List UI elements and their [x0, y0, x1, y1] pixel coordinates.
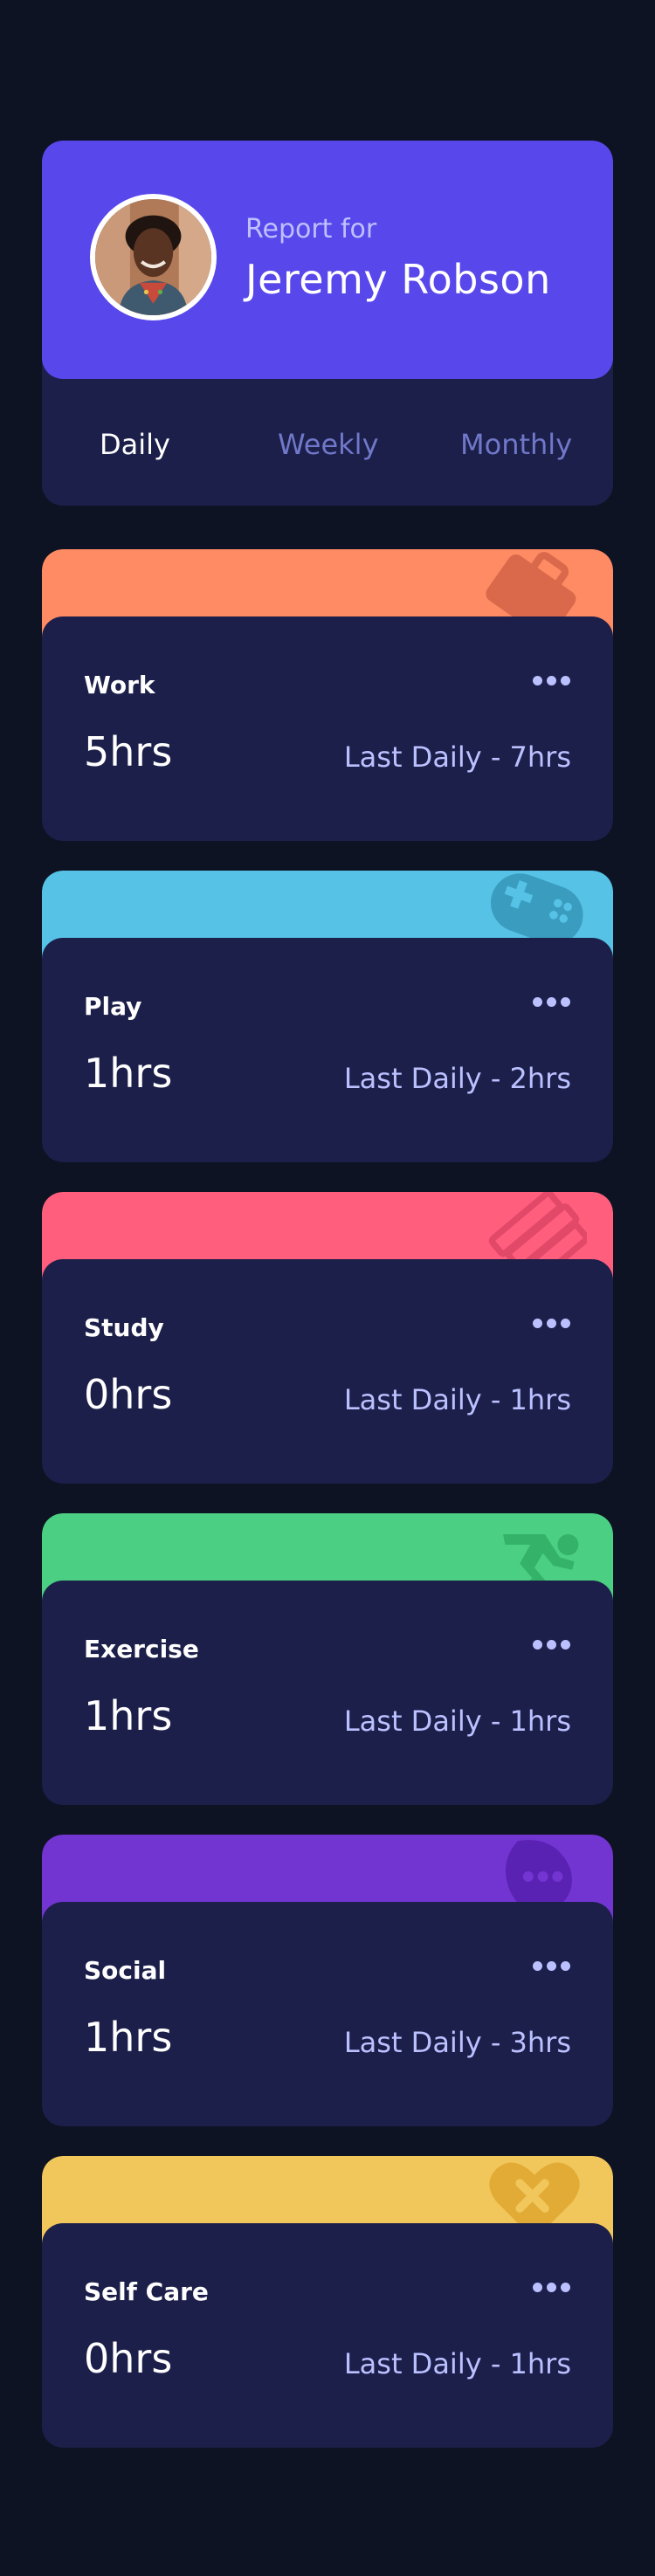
card-body: Study 0hrs Last Daily - 1hrs [42, 1259, 613, 1484]
card-current-hours: 1hrs [84, 1050, 173, 1097]
card-current-hours: 5hrs [84, 728, 173, 775]
card-current-hours: 1hrs [84, 1692, 173, 1739]
card-title: Work [84, 671, 155, 699]
more-options-icon[interactable] [533, 2283, 571, 2293]
activity-card-study[interactable]: Study 0hrs Last Daily - 1hrs [42, 1192, 613, 1484]
activity-card-exercise[interactable]: Exercise 1hrs Last Daily - 1hrs [42, 1513, 613, 1805]
card-body: Play 1hrs Last Daily - 2hrs [42, 938, 613, 1162]
tab-daily[interactable]: Daily [100, 428, 170, 461]
more-options-icon[interactable] [533, 676, 571, 686]
card-current-hours: 0hrs [84, 1371, 173, 1418]
card-previous-hours: Last Daily - 1hrs [343, 2347, 571, 2380]
card-title: Self Care [84, 2277, 209, 2306]
tab-monthly[interactable]: Monthly [460, 428, 572, 461]
more-options-icon[interactable] [533, 1640, 571, 1650]
more-options-icon[interactable] [533, 997, 571, 1008]
card-title: Play [84, 992, 142, 1021]
more-options-icon[interactable] [533, 1961, 571, 1972]
card-title: Exercise [84, 1635, 199, 1663]
card-previous-hours: Last Daily - 1hrs [343, 1383, 571, 1416]
card-previous-hours: Last Daily - 2hrs [343, 1062, 571, 1095]
card-body: Work 5hrs Last Daily - 7hrs [42, 616, 613, 841]
timeframe-tabs: Daily Weekly Monthly [42, 379, 613, 506]
avatar [90, 194, 217, 320]
activity-card-social[interactable]: Social 1hrs Last Daily - 3hrs [42, 1835, 613, 2126]
card-current-hours: 0hrs [84, 2335, 173, 2382]
card-current-hours: 1hrs [84, 2014, 173, 2061]
card-previous-hours: Last Daily - 7hrs [343, 740, 571, 774]
avatar-image [95, 199, 211, 315]
card-previous-hours: Last Daily - 3hrs [343, 2026, 571, 2059]
tab-weekly[interactable]: Weekly [278, 428, 379, 461]
user-name: Jeremy Robson [245, 256, 551, 303]
card-title: Social [84, 1956, 167, 1985]
activity-card-play[interactable]: Play 1hrs Last Daily - 2hrs [42, 871, 613, 1162]
card-title: Study [84, 1313, 164, 1342]
activity-card-self-care[interactable]: Self Care 0hrs Last Daily - 1hrs [42, 2156, 613, 2448]
more-options-icon[interactable] [533, 1319, 571, 1329]
card-previous-hours: Last Daily - 1hrs [343, 1705, 571, 1738]
activity-card-work[interactable]: Work 5hrs Last Daily - 7hrs [42, 549, 613, 841]
profile-card: Report for Jeremy Robson Daily Weekly Mo… [42, 141, 613, 506]
card-body: Social 1hrs Last Daily - 3hrs [42, 1902, 613, 2126]
profile-header: Report for Jeremy Robson [42, 141, 613, 379]
card-body: Self Care 0hrs Last Daily - 1hrs [42, 2223, 613, 2448]
card-body: Exercise 1hrs Last Daily - 1hrs [42, 1581, 613, 1805]
report-for-label: Report for [245, 214, 377, 245]
dashboard: Report for Jeremy Robson Daily Weekly Mo… [42, 141, 613, 2448]
